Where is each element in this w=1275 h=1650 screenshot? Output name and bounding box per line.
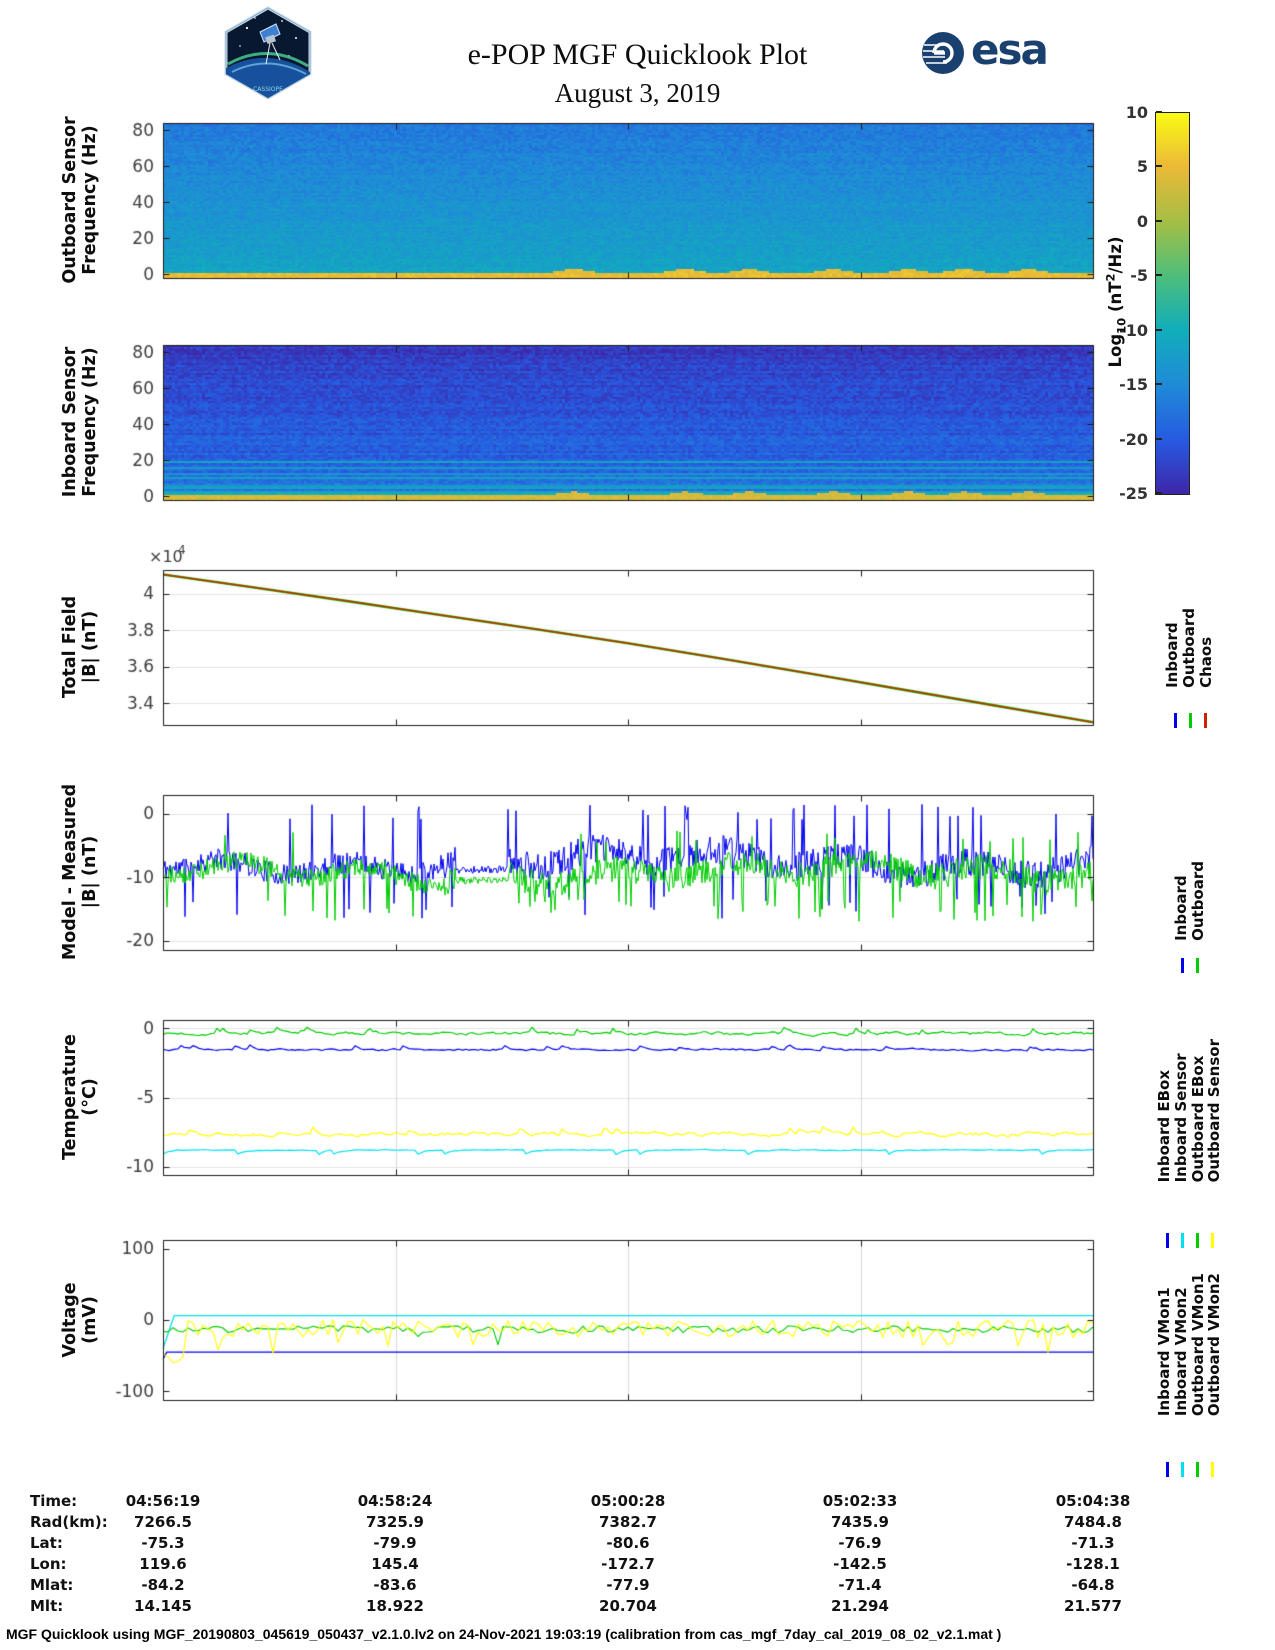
footer-value: 7484.8 [1064,1513,1122,1531]
outboard-spectrogram-canvas [95,95,1105,306]
esa-wordmark: esa [971,25,1049,74]
legend-label-temperature: Outboard Sensor [1205,1038,1224,1183]
colorbar-tick-mark [1156,219,1162,222]
legend-label-total_field: Chaos [1196,636,1215,688]
legend-label-model_measured: Inboard [1171,874,1190,941]
legend-label-temperature: Inboard EBox [1155,1069,1173,1183]
ylabel-temperature: Temperature (°C) [59,1034,100,1160]
footer-value: -83.6 [373,1576,417,1594]
legend-label-voltage: Outboard VMon2 [1205,1273,1224,1417]
legend-markers-temperature [1150,1233,1230,1248]
footer-value: -76.9 [838,1534,882,1552]
footer-value: 05:00:28 [590,1492,666,1510]
legend-label-temperature: Outboard EBox [1188,1055,1207,1183]
legend-label-total_field: Outboard [1180,607,1199,688]
legend-total_field: Inboard Outboard Chaos [1150,570,1230,725]
footer-value: 05:04:38 [1055,1492,1131,1510]
colorbar-tick-mark [1156,328,1162,331]
footer-row-label: Mlt: [30,1597,64,1615]
temperature-canvas [95,992,1105,1203]
footer-value: -79.9 [373,1534,417,1552]
footer-row-label: Lon: [30,1555,67,1573]
footer-value: 21.294 [831,1597,889,1615]
footer-value: 7435.9 [831,1513,889,1531]
legend-label-total_field: Inboard [1163,621,1182,688]
legend-label-voltage: Outboard VMon1 [1188,1273,1207,1417]
voltage-canvas [95,1212,1105,1428]
footer-value: 7325.9 [366,1513,424,1531]
footer-value: 14.145 [134,1597,192,1615]
ylabel-model-measured: Model - Measured |B| (nT) [59,783,100,961]
footer-value: 18.922 [366,1597,424,1615]
legend-voltage: Inboard VMon1 Inboard VMon2 Outboard VMon1… [1150,1265,1230,1425]
footer-value: 145.4 [371,1555,419,1573]
inboard-spectrogram-canvas [95,317,1105,528]
legend-marker-total_field [1173,713,1177,728]
colorbar-tick-mark [1156,274,1162,277]
footer-row-label: Mlat: [30,1576,74,1594]
footer-value: -172.7 [601,1555,655,1573]
ylabel-total-field: Total Field |B| (nT) [59,595,100,699]
legend-marker-total_field [1203,713,1207,728]
legend-model_measured: Inboard Outboard [1150,823,1230,978]
legend-label-model_measured: Outboard [1188,860,1207,941]
credit-line: MGF Quicklook using MGF_20190803_045619_… [6,1626,1002,1642]
ylabel-outboard-spectrogram: Outboard Sensor Frequency (Hz) [59,116,100,284]
colorbar-tick-mark [1156,111,1162,113]
footer-value: 20.704 [599,1597,657,1615]
footer-value: -80.6 [606,1534,650,1552]
colorbar-tick-mark [1156,165,1162,168]
colorbar-tick-mark [1156,383,1162,386]
ylabel-voltage: Voltage (mV) [59,1282,100,1358]
footer-value: -84.2 [141,1576,185,1594]
legend-marker-temperature [1211,1233,1214,1248]
legend-markers-total_field [1150,713,1230,728]
legend-label-voltage: Inboard VMon2 [1171,1287,1190,1417]
page-title: e-POP MGF Quicklook Plot [467,38,808,71]
legend-marker-total_field [1188,713,1192,728]
footer-value: -71.3 [1071,1534,1115,1552]
esa-logo: esa [920,25,1049,77]
legend-marker-voltage [1211,1462,1214,1477]
footer-value: -77.9 [606,1576,650,1594]
colorbar-tick-mark [1156,492,1162,494]
legend-marker-temperature [1166,1233,1169,1248]
footer-value: 21.577 [1064,1597,1122,1615]
colorbar-label: Log10 (nT2/Hz) [1103,236,1129,368]
esa-globe-icon [922,31,964,74]
footer-value: -64.8 [1071,1576,1115,1594]
legend-marker-model_measured [1181,958,1184,973]
legend-label-temperature: Inboard Sensor [1171,1053,1190,1183]
footer-value: -142.5 [833,1555,887,1573]
legend-marker-temperature [1181,1233,1184,1248]
quicklook-page: CASSIOPE e-POP MGF Quicklook Plot August… [0,0,1275,1650]
footer-value: 119.6 [139,1555,187,1573]
footer-value: 04:56:19 [125,1492,201,1510]
footer-value: 7382.7 [599,1513,657,1531]
footer-value: -128.1 [1066,1555,1120,1573]
legend-marker-model_measured [1196,958,1199,973]
legend-marker-voltage [1196,1462,1199,1477]
legend-marker-voltage [1181,1462,1184,1477]
legend-marker-temperature [1196,1233,1199,1248]
model-measured-canvas [95,767,1105,978]
footer-value: 7266.5 [134,1513,192,1531]
footer-value: -71.4 [838,1576,882,1594]
footer-value: -75.3 [141,1534,185,1552]
legend-markers-model_measured [1150,958,1230,973]
legend-markers-voltage [1150,1462,1230,1477]
ylabel-inboard-spectrogram: Inboard Sensor Frequency (Hz) [59,346,100,498]
colorbar-tick-mark [1156,437,1162,440]
footer-value: 05:02:33 [822,1492,898,1510]
footer-value: 04:58:24 [357,1492,433,1510]
legend-marker-voltage [1166,1462,1169,1477]
legend-label-voltage: Inboard VMon1 [1155,1287,1173,1417]
footer-row-label: Time: [30,1492,78,1510]
total-field-canvas [95,542,1105,753]
legend-temperature: Inboard EBox Inboard Sensor Outboard EBox O… [1150,1033,1230,1188]
footer-row-label: Lat: [30,1534,63,1552]
